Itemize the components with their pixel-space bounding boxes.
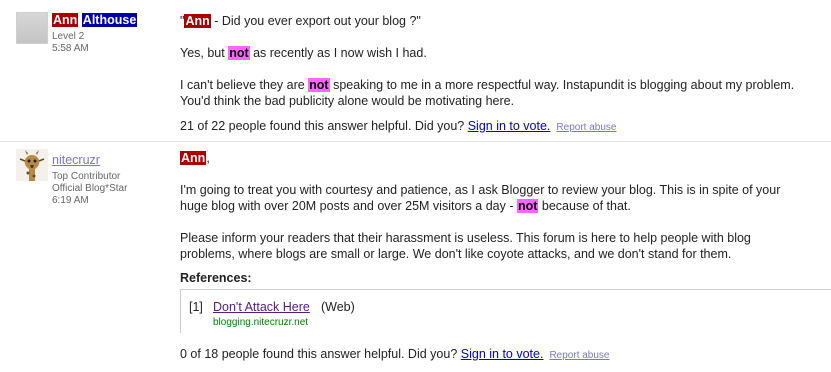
answer-greeting: Ann, <box>180 151 210 165</box>
helpful-line: 21 of 22 people found this answer helpfu… <box>180 118 830 136</box>
helpful-count: 21 of 22 people found this answer helpfu… <box>180 119 468 133</box>
highlight-not: not <box>308 78 330 92</box>
username-link[interactable]: nitecruzr <box>52 153 100 167</box>
user-level: Level 2 <box>52 31 85 42</box>
user-info: nitecruzr Top Contributor Official Blog*… <box>52 153 127 207</box>
highlight-ann: Ann <box>180 151 207 165</box>
answer-paragraph-3: Please inform your readers that their ha… <box>180 231 751 261</box>
references-box: [1] Don't Attack Here (Web) blogging.nit… <box>180 289 831 333</box>
sign-in-to-vote-link[interactable]: Sign in to vote. <box>461 347 544 361</box>
answer-post-1: Ann Althouse Level 2 5:58 AM "Ann - Did … <box>0 0 831 141</box>
highlight-not: not <box>516 199 539 213</box>
answer-paragraph-3: I can't believe they are not speaking to… <box>180 78 795 108</box>
post-time: 6:19 AM <box>52 195 89 206</box>
report-abuse-link[interactable]: Report abuse <box>556 122 616 133</box>
avatar-giraffe-icon[interactable] <box>16 149 48 181</box>
highlight-not: not <box>228 46 250 60</box>
report-abuse-link[interactable]: Report abuse <box>549 350 609 361</box>
quote-line: "Ann - Did you ever export out your blog… <box>180 14 421 28</box>
reference-type: (Web) <box>321 300 355 314</box>
reference-number: [1] <box>189 300 203 314</box>
answer-body: "Ann - Did you ever export out your blog… <box>180 13 830 29</box>
giraffe-icon <box>16 149 48 181</box>
avatar[interactable] <box>16 12 48 44</box>
username-link[interactable]: Ann Althouse <box>52 13 138 28</box>
reference-url: blogging.nitecruzr.net <box>213 317 309 328</box>
answer-paragraph-2: I'm going to treat you with courtesy and… <box>180 183 781 213</box>
sign-in-to-vote-link[interactable]: Sign in to vote. <box>468 119 551 133</box>
username-first[interactable]: Ann <box>52 13 79 27</box>
references-heading: References: <box>180 271 252 285</box>
username-last[interactable]: Althouse <box>81 13 138 27</box>
helpful-line: 0 of 18 people found this answer helpful… <box>180 346 830 364</box>
reference-link[interactable]: Don't Attack Here <box>213 300 310 314</box>
user-role-2: Official Blog*Star <box>52 183 128 194</box>
post-time: 5:58 AM <box>52 43 89 54</box>
answer-paragraph-2: Yes, but not as recently as I now wish I… <box>180 46 427 60</box>
highlight-ann: Ann <box>184 14 211 28</box>
user-role: Top Contributor <box>52 171 121 182</box>
answer-post-2: nitecruzr Top Contributor Official Blog*… <box>0 142 831 372</box>
helpful-count: 0 of 18 people found this answer helpful… <box>180 347 461 361</box>
user-info: Ann Althouse Level 2 5:58 AM <box>52 13 138 55</box>
